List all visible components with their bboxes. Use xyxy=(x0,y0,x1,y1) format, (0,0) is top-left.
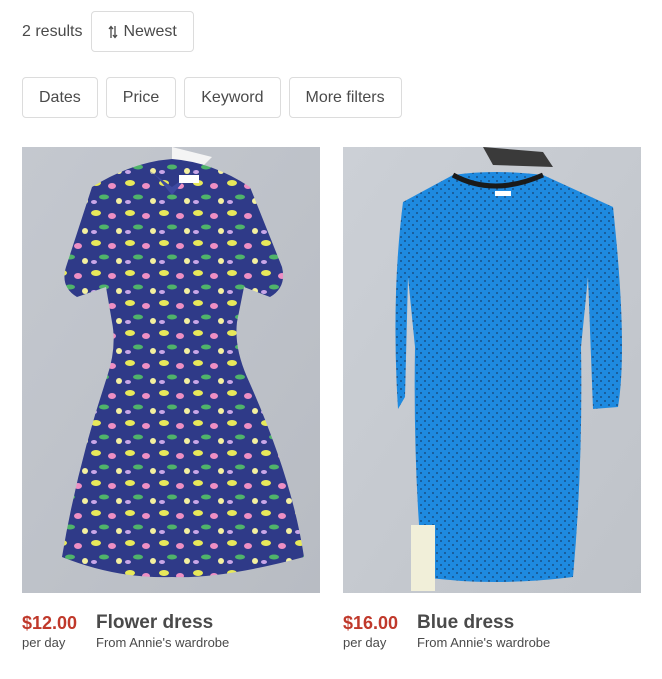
sort-label: Newest xyxy=(123,22,177,40)
blue-dress-image xyxy=(343,147,641,593)
price-period: per day xyxy=(22,635,66,650)
more-filters-button[interactable]: More filters xyxy=(288,77,402,118)
listing-card[interactable]: $12.00 per day Flower dress From Annie's… xyxy=(22,147,320,650)
filter-price-button[interactable]: Price xyxy=(105,77,177,118)
listing-card[interactable]: $16.00 per day Blue dress From Annie's w… xyxy=(343,147,641,650)
filter-keyword-button[interactable]: Keyword xyxy=(184,77,281,118)
listing-title[interactable]: Blue dress xyxy=(417,613,550,633)
listing-photo[interactable] xyxy=(22,147,320,593)
listing-title[interactable]: Flower dress xyxy=(96,613,229,633)
listing-photo[interactable] xyxy=(343,147,641,593)
sort-button[interactable]: Newest xyxy=(91,11,194,52)
listing-grid: $12.00 per day Flower dress From Annie's… xyxy=(22,147,641,650)
listing-price: $12.00 xyxy=(22,613,78,633)
listing-price: $16.00 xyxy=(343,613,399,633)
listing-owner: From Annie's wardrobe xyxy=(96,635,230,650)
filter-dates-button[interactable]: Dates xyxy=(22,77,98,118)
listing-info: $16.00 per day Blue dress From Annie's w… xyxy=(343,613,641,651)
sort-arrows-icon xyxy=(108,24,118,39)
listing-owner: From Annie's wardrobe xyxy=(417,635,551,650)
flower-dress-image xyxy=(22,147,320,593)
filter-bar: Dates Price Keyword More filters xyxy=(22,77,402,118)
listing-info: $12.00 per day Flower dress From Annie's… xyxy=(22,613,320,651)
price-period: per day xyxy=(343,635,387,650)
results-count: 2 results xyxy=(22,22,83,40)
results-toolbar: 2 results Newest xyxy=(22,11,194,52)
